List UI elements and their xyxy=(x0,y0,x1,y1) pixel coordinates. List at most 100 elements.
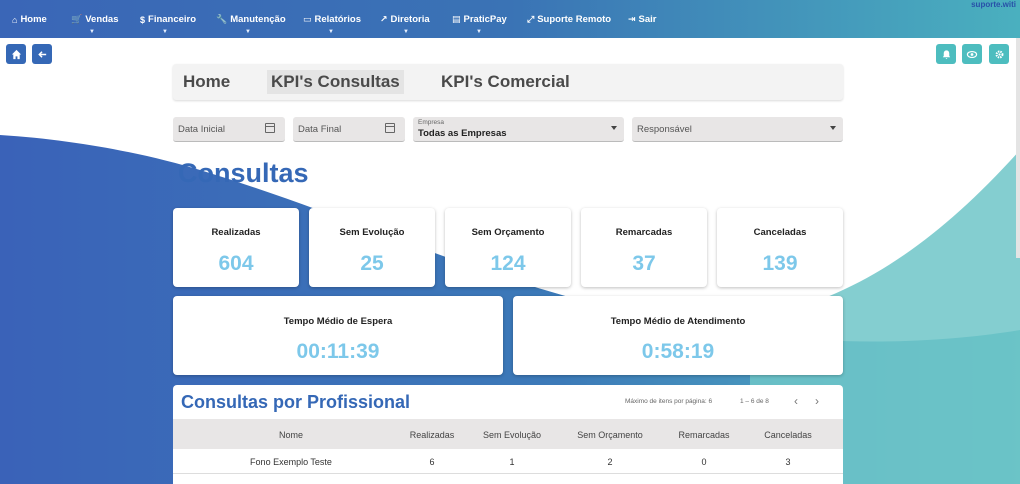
data-inicial-field[interactable]: Data Inicial xyxy=(173,117,285,142)
page-range: 1 – 6 de 8 xyxy=(740,398,769,405)
nav-item-vendas[interactable]: 🛒 Vendas xyxy=(71,14,119,25)
cell-sem-evolucao: 1 xyxy=(509,457,515,467)
wrench-icon: 🔧 xyxy=(216,14,228,24)
time-label: Tempo Médio de Espera xyxy=(283,316,393,327)
column-header-sem-orcamento[interactable]: Sem Orçamento xyxy=(577,430,643,440)
empresa-select[interactable]: Empresa Todas as Empresas xyxy=(413,117,624,142)
nav-item-praticpay[interactable]: ▤ PraticPay xyxy=(452,14,507,25)
stat-label: Realizadas xyxy=(211,227,261,238)
stat-card-remarcadas: Remarcadas 37 xyxy=(581,208,707,287)
chevron-down-icon: ▼ xyxy=(245,29,251,35)
column-header-realizadas[interactable]: Realizadas xyxy=(410,430,455,440)
home-icon: ⌂ xyxy=(12,14,18,25)
table-row[interactable] xyxy=(173,474,843,484)
nav-item-manuten-o[interactable]: 🔧 Manutenção xyxy=(216,14,286,25)
logout-icon: ⇥ xyxy=(628,14,636,24)
nav-item-diretoria[interactable]: ↗ Diretoria xyxy=(380,14,430,25)
nav-item-label: PraticPay xyxy=(463,14,507,25)
table-row[interactable]: Fono Exemplo Teste 6 1 2 0 3 xyxy=(173,449,843,474)
nav-item-label: Home xyxy=(20,14,47,25)
tab-home[interactable]: Home xyxy=(179,70,234,94)
responsavel-placeholder: Responsável xyxy=(637,124,692,135)
nav-item-relat-rios[interactable]: ▭ Relatórios xyxy=(303,14,361,25)
nav-item-home[interactable]: ⌂ Home xyxy=(12,14,47,25)
cell-sem-orcamento: 2 xyxy=(607,457,613,467)
data-final-field[interactable]: Data Final xyxy=(293,117,405,142)
stat-value: 37 xyxy=(632,252,656,275)
stat-card-sem-evolucao: Sem Evolução 25 xyxy=(309,208,435,287)
top-navbar: suporte.witi ⌂ Home 🛒 Vendas ▼ $ Financeiro ▼ 🔧 M… xyxy=(0,0,1020,38)
nav-item-label: Manutenção xyxy=(230,14,286,25)
chevron-down-icon: ▼ xyxy=(403,29,409,35)
table-panel-header: Consultas por Profissional Máximo de ite… xyxy=(173,385,843,419)
tab-kpi-comercial[interactable]: KPI's Comercial xyxy=(437,70,574,94)
nav-item-financeiro[interactable]: $ Financeiro xyxy=(140,14,196,25)
home-icon xyxy=(11,49,21,59)
chevron-down-icon: ▼ xyxy=(476,29,482,35)
prev-page-button[interactable]: ‹ xyxy=(794,394,798,408)
support-link[interactable]: suporte.witi xyxy=(971,0,1016,9)
chevron-down-icon: ▼ xyxy=(328,29,334,35)
table-header: Nome Realizadas Sem Evolução Sem Orçamen… xyxy=(173,419,843,449)
stat-label: Remarcadas xyxy=(615,227,673,238)
column-header-sem-evolucao[interactable]: Sem Evolução xyxy=(483,430,541,440)
calendar-icon[interactable] xyxy=(265,123,275,133)
time-label: Tempo Médio de Atendimento xyxy=(610,316,746,327)
empresa-value: Todas as Empresas xyxy=(418,128,507,139)
cell-nome: Fono Exemplo Teste xyxy=(250,457,332,467)
empresa-label: Empresa xyxy=(418,119,445,126)
eye-icon xyxy=(966,50,978,58)
arrow-left-icon xyxy=(37,50,46,58)
gear-icon xyxy=(995,50,1003,58)
cell-remarcadas: 0 xyxy=(701,457,707,467)
time-card-espera: Tempo Médio de Espera 00:11:39 xyxy=(173,296,503,375)
table-title: Consultas por Profissional xyxy=(181,392,411,412)
settings-button[interactable] xyxy=(989,44,1009,64)
notifications-button[interactable] xyxy=(936,44,956,64)
stat-value: 124 xyxy=(490,252,526,275)
responsavel-select[interactable]: Responsável xyxy=(632,117,843,142)
data-final-placeholder: Data Final xyxy=(298,124,342,135)
stat-label: Sem Evolução xyxy=(339,227,405,238)
cart-icon: 🛒 xyxy=(71,14,83,24)
stat-card-realizadas: Realizadas 604 xyxy=(173,208,299,287)
line-chart-icon: ↗ xyxy=(380,14,388,24)
nav-item-label: Financeiro xyxy=(148,14,197,25)
tab-kpi-consultas[interactable]: KPI's Consultas xyxy=(267,70,404,94)
column-header-canceladas[interactable]: Canceladas xyxy=(764,430,812,440)
nav-item-label: Diretoria xyxy=(390,14,430,25)
column-header-remarcadas[interactable]: Remarcadas xyxy=(678,430,729,440)
next-page-button[interactable]: › xyxy=(815,394,819,408)
page-size-label[interactable]: Máximo de itens por página: 6 xyxy=(625,398,712,405)
calendar-icon[interactable] xyxy=(385,123,395,133)
nav-item-label: Sair xyxy=(638,14,657,25)
scrollbar[interactable] xyxy=(1016,38,1020,258)
nav-item-label: Suporte Remoto xyxy=(537,14,612,25)
stat-value: 604 xyxy=(218,252,254,275)
cell-realizadas: 6 xyxy=(429,457,435,467)
bell-icon xyxy=(942,49,950,59)
time-card-atendimento: Tempo Médio de Atendimento 0:58:19 xyxy=(513,296,843,375)
column-header-nome[interactable]: Nome xyxy=(279,430,303,440)
visibility-button[interactable] xyxy=(962,44,982,64)
nav-item-sair[interactable]: ⇥ Sair xyxy=(628,14,657,25)
home-button[interactable] xyxy=(6,44,26,64)
nav-item-label: Vendas xyxy=(85,14,119,25)
card-icon: ▤ xyxy=(452,14,461,24)
back-button[interactable] xyxy=(32,44,52,64)
stat-card-sem-orcamento: Sem Orçamento 124 xyxy=(445,208,571,287)
cell-canceladas: 3 xyxy=(785,457,791,467)
dollar-icon: $ xyxy=(140,14,146,25)
section-title: Consultas xyxy=(178,158,309,188)
nav-item-label: Relatórios xyxy=(314,14,361,25)
chevron-down-icon: ▼ xyxy=(89,29,95,35)
stat-label: Sem Orçamento xyxy=(471,227,545,238)
stat-label: Canceladas xyxy=(753,227,807,238)
stat-value: 25 xyxy=(360,252,384,275)
nav-item-suporte-remoto[interactable]: ⤢ Suporte Remoto xyxy=(527,14,611,25)
expand-icon: ⤢ xyxy=(527,14,535,24)
chevron-down-icon: ▼ xyxy=(162,29,168,35)
stat-card-canceladas: Canceladas 139 xyxy=(717,208,843,287)
time-value: 0:58:19 xyxy=(641,340,715,363)
kpi-tabs: Home KPI's Consultas KPI's Comercial xyxy=(173,64,843,100)
